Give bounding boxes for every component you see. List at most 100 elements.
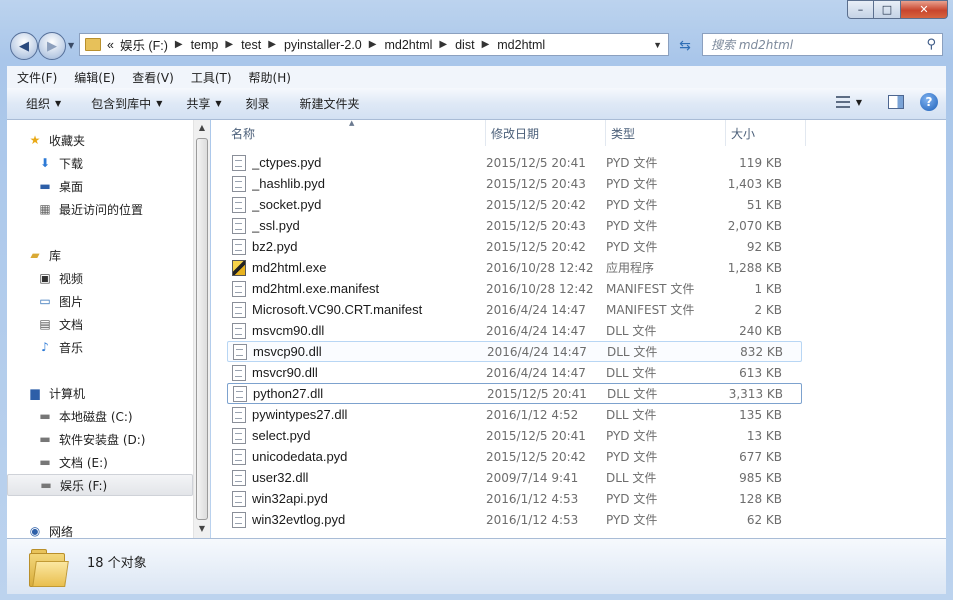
- nav-music[interactable]: ♪ 音乐: [7, 336, 193, 358]
- nav-desktop[interactable]: ▬ 桌面: [7, 175, 193, 197]
- recent-pages-dropdown[interactable]: ▼: [68, 41, 74, 50]
- nav-network[interactable]: ◉ 网络: [7, 520, 193, 538]
- drive-icon: ▬: [40, 478, 52, 492]
- file-date: 2016/4/24 14:47: [486, 302, 586, 317]
- file-type: DLL 文件: [606, 471, 657, 485]
- view-options-icon[interactable]: [835, 96, 850, 108]
- breadcrumb: 娱乐 (F:) ▶ temp ▶ test ▶ pyinstaller-2.0 ▶ md…: [120, 35, 545, 54]
- breadcrumb-item[interactable]: dist: [455, 38, 474, 52]
- scroll-down-icon[interactable]: ▼: [194, 524, 210, 533]
- file-row[interactable]: Microsoft.VC90.CRT.manifest 2016/4/24 14:…: [227, 299, 802, 320]
- include-library-button[interactable]: 包含到库中 ▼: [79, 95, 174, 112]
- burn-button[interactable]: 刻录: [234, 95, 282, 112]
- nav-label: 下载: [59, 156, 84, 171]
- chevron-down-icon[interactable]: ▼: [856, 98, 862, 107]
- file-row[interactable]: md2html.exe.manifest 2016/10/28 12:42 MANI…: [227, 278, 802, 299]
- file-row[interactable]: _hashlib.pyd 2015/12/5 20:43 PYD 文件 1,403 K…: [227, 173, 802, 194]
- file-name: md2html.exe: [252, 260, 327, 275]
- file-row[interactable]: msvcp90.dll 2016/4/24 14:47 DLL 文件 832 KB: [227, 341, 802, 362]
- menu-view[interactable]: 查看(V): [122, 69, 181, 86]
- search-input[interactable]: 搜索 md2html ⚲: [702, 33, 943, 56]
- column-header-type[interactable]: 类型: [606, 120, 726, 146]
- breadcrumb-item[interactable]: md2html: [497, 38, 545, 52]
- column-header-size[interactable]: 大小: [726, 120, 806, 146]
- nav-drive-d[interactable]: ▬ 软件安装盘 (D:): [7, 428, 193, 450]
- nav-pictures[interactable]: ▭ 图片: [7, 290, 193, 312]
- preview-pane-icon[interactable]: [888, 95, 904, 109]
- breadcrumb-item[interactable]: md2html: [384, 38, 432, 52]
- file-row[interactable]: bz2.pyd 2015/12/5 20:42 PYD 文件 92 KB: [227, 236, 802, 257]
- file-name: msvcm90.dll: [252, 323, 325, 338]
- file-row[interactable]: unicodedata.pyd 2015/12/5 20:42 PYD 文件 677 …: [227, 446, 802, 467]
- refresh-icon: ⇆: [679, 37, 691, 54]
- column-header-date[interactable]: 修改日期: [486, 120, 606, 146]
- address-bar[interactable]: « 娱乐 (F:) ▶ temp ▶ test ▶ pyinstaller-2.0 ▶ …: [79, 33, 669, 56]
- minimize-button[interactable]: –: [847, 0, 874, 19]
- nav-videos[interactable]: ▣ 视频: [7, 267, 193, 289]
- nav-recent[interactable]: ▦ 最近访问的位置: [7, 198, 193, 220]
- file-type: PYD 文件: [606, 240, 658, 254]
- file-row[interactable]: msvcr90.dll 2016/4/24 14:47 DLL 文件 613 KB: [227, 362, 802, 383]
- scrollbar-thumb[interactable]: [196, 138, 208, 520]
- breadcrumb-overflow[interactable]: «: [107, 38, 114, 52]
- search-icon[interactable]: ⚲: [926, 37, 936, 52]
- navigation-buttons: ◀ ▶ ▼: [10, 32, 78, 60]
- file-row[interactable]: _socket.pyd 2015/12/5 20:42 PYD 文件 51 KB: [227, 194, 802, 215]
- file-size: 613 KB: [739, 365, 782, 380]
- breadcrumb-item[interactable]: test: [241, 38, 261, 52]
- organize-button[interactable]: 组织 ▼: [7, 95, 73, 112]
- new-folder-button[interactable]: 新建文件夹: [288, 95, 372, 112]
- nav-downloads[interactable]: ⬇ 下载: [7, 152, 193, 174]
- nav-drive-f[interactable]: ▬ 娱乐 (F:): [7, 474, 193, 496]
- network-icon: ◉: [29, 524, 41, 538]
- file-row[interactable]: python27.dll 2015/12/5 20:41 DLL 文件 3,313 K…: [227, 383, 802, 404]
- system-drive-icon: ▬: [39, 409, 51, 423]
- navigation-scrollbar[interactable]: ▲ ▼: [193, 120, 210, 538]
- file-row[interactable]: win32evtlog.pyd 2016/1/12 4:53 PYD 文件 62 KB: [227, 509, 802, 530]
- close-button[interactable]: ✕: [901, 0, 948, 19]
- breadcrumb-separator-icon[interactable]: ▶: [175, 39, 183, 50]
- nav-favorites[interactable]: ★ 收藏夹: [7, 129, 193, 151]
- file-date: 2016/4/24 14:47: [487, 344, 587, 359]
- breadcrumb-separator-icon[interactable]: ▶: [369, 39, 377, 50]
- breadcrumb-item[interactable]: temp: [191, 38, 219, 52]
- menu-help[interactable]: 帮助(H): [239, 69, 298, 86]
- menu-tools[interactable]: 工具(T): [181, 69, 239, 86]
- breadcrumb-separator-icon[interactable]: ▶: [225, 39, 233, 50]
- column-header-name[interactable]: 名称: [226, 120, 486, 146]
- file-row[interactable]: select.pyd 2015/12/5 20:41 PYD 文件 13 KB: [227, 425, 802, 446]
- nav-drive-c[interactable]: ▬ 本地磁盘 (C:): [7, 405, 193, 427]
- nav-drive-e[interactable]: ▬ 文档 (E:): [7, 451, 193, 473]
- nav-libraries[interactable]: ▰ 库: [7, 244, 193, 266]
- menu-edit[interactable]: 编辑(E): [64, 69, 122, 86]
- breadcrumb-separator-icon[interactable]: ▶: [439, 39, 447, 50]
- file-row[interactable]: pywintypes27.dll 2016/1/12 4:52 DLL 文件 135 …: [227, 404, 802, 425]
- nav-documents[interactable]: ▤ 文档: [7, 313, 193, 335]
- file-row[interactable]: user32.dll 2009/7/14 9:41 DLL 文件 985 KB: [227, 467, 802, 488]
- forward-button[interactable]: ▶: [38, 32, 66, 60]
- share-button[interactable]: 共享 ▼: [174, 95, 233, 112]
- address-dropdown-icon[interactable]: ▼: [653, 40, 662, 50]
- file-date: 2015/12/5 20:41: [486, 428, 586, 443]
- help-icon[interactable]: ?: [920, 93, 938, 111]
- back-button[interactable]: ◀: [10, 32, 38, 60]
- breadcrumb-item[interactable]: 娱乐 (F:): [120, 35, 168, 54]
- maximize-button[interactable]: □: [874, 0, 901, 19]
- nav-label: 最近访问的位置: [59, 202, 144, 217]
- breadcrumb-separator-icon[interactable]: ▶: [268, 39, 276, 50]
- file-type: PYD 文件: [606, 492, 658, 506]
- file-date: 2016/1/12 4:53: [486, 491, 579, 506]
- computer-icon: ▆: [30, 386, 40, 400]
- file-row[interactable]: win32api.pyd 2016/1/12 4:53 PYD 文件 128 KB: [227, 488, 802, 509]
- file-row[interactable]: md2html.exe 2016/10/28 12:42 应用程序 1,288 KB: [227, 257, 802, 278]
- breadcrumb-separator-icon[interactable]: ▶: [482, 39, 490, 50]
- file-row[interactable]: _ctypes.pyd 2015/12/5 20:41 PYD 文件 119 KB: [227, 152, 802, 173]
- scroll-up-icon[interactable]: ▲: [194, 123, 210, 132]
- file-row[interactable]: _ssl.pyd 2015/12/5 20:43 PYD 文件 2,070 KB: [227, 215, 802, 236]
- nav-label: 文档 (E:): [59, 455, 108, 470]
- refresh-button[interactable]: ⇆: [672, 33, 698, 58]
- nav-computer[interactable]: ▆ 计算机: [7, 382, 193, 404]
- breadcrumb-item[interactable]: pyinstaller-2.0: [284, 38, 362, 52]
- menu-file[interactable]: 文件(F): [7, 69, 64, 86]
- file-row[interactable]: msvcm90.dll 2016/4/24 14:47 DLL 文件 240 KB: [227, 320, 802, 341]
